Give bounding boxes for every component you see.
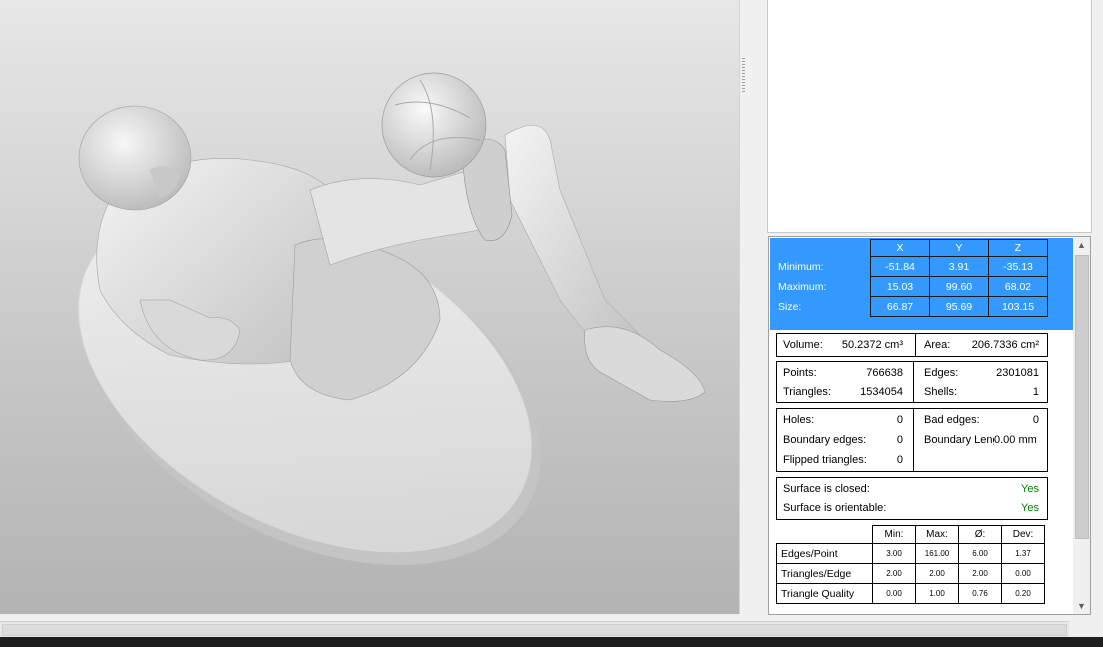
errors-box: Holes: 0 Boundary edges: 0 Flipped trian… <box>776 408 1048 472</box>
boundary-length-label: Boundary Leng <box>924 434 994 446</box>
statistics-header: Min: Max: Ø: Dev: <box>776 525 1045 544</box>
volume-value: 50.2372 cm³ <box>841 339 903 351</box>
edges-label: Edges: <box>924 367 959 379</box>
header-max: Max: <box>915 525 959 544</box>
splitter-grip[interactable] <box>742 58 745 94</box>
scroll-thumb[interactable] <box>1075 255 1089 539</box>
row-label: Minimum: <box>774 256 871 277</box>
edges-per-point-row: Edges/Point 3.00 161.00 6.00 1.37 <box>776 543 1045 564</box>
stat-min: 2.00 <box>872 563 916 584</box>
flipped-triangles-label: Flipped triangles: <box>783 454 867 466</box>
surface-orientable-value: Yes <box>1021 502 1039 514</box>
max-z: 68.02 <box>988 276 1048 297</box>
area-value: 206.7336 cm² <box>971 339 1039 351</box>
stat-avg: 6.00 <box>958 543 1002 564</box>
scroll-down-icon[interactable]: ▼ <box>1073 598 1090 614</box>
header-y: Y <box>929 239 989 257</box>
triangle-quality-row: Triangle Quality 0.00 1.00 0.76 0.20 <box>776 583 1045 604</box>
header-min: Min: <box>872 525 916 544</box>
3d-viewport[interactable] <box>0 0 739 614</box>
size-z: 103.15 <box>988 296 1048 317</box>
header-blank <box>776 525 873 544</box>
min-z: -35.13 <box>988 256 1048 277</box>
divider <box>913 362 914 402</box>
edges-value: 2301081 <box>996 367 1039 379</box>
panel-splitter[interactable] <box>739 0 767 614</box>
stat-max: 161.00 <box>915 543 959 564</box>
boundary-length-value: 0.00 mm <box>994 434 1037 446</box>
volume-label: Volume: <box>783 339 823 351</box>
triangles-label: Triangles: <box>783 386 831 398</box>
stat-label: Triangles/Edge <box>776 563 873 584</box>
min-x: -51.84 <box>870 256 930 277</box>
divider <box>915 334 916 356</box>
stat-max: 1.00 <box>915 583 959 604</box>
header-avg: Ø: <box>958 525 1002 544</box>
stat-label: Triangle Quality <box>776 583 873 604</box>
statistics-table: Min: Max: Ø: Dev: Edges/Point 3.00 161.0… <box>776 525 1045 604</box>
stat-min: 3.00 <box>872 543 916 564</box>
header-blank <box>774 239 871 257</box>
minimum-row: Minimum: -51.84 3.91 -35.13 <box>774 256 1048 277</box>
bounding-box-header: X Y Z <box>774 239 1048 257</box>
min-y: 3.91 <box>929 256 989 277</box>
surface-closed-label: Surface is closed: <box>783 483 870 495</box>
boundary-edges-value: 0 <box>896 434 903 446</box>
header-x: X <box>870 239 930 257</box>
stat-min: 0.00 <box>872 583 916 604</box>
points-value: 766638 <box>866 367 903 379</box>
volume-area-box: Volume: 50.2372 cm³ Area: 206.7336 cm² <box>776 333 1048 357</box>
maximum-row: Maximum: 15.03 99.60 68.02 <box>774 276 1048 297</box>
shells-value: 1 <box>1032 386 1039 398</box>
triangles-per-edge-row: Triangles/Edge 2.00 2.00 2.00 0.00 <box>776 563 1045 584</box>
holes-label: Holes: <box>783 414 815 426</box>
stat-dev: 0.20 <box>1001 583 1045 604</box>
scroll-up-icon[interactable]: ▲ <box>1073 237 1090 253</box>
surface-box: Surface is closed: Yes Surface is orient… <box>776 477 1048 520</box>
stat-dev: 0.00 <box>1001 563 1045 584</box>
taskbar <box>0 637 1103 647</box>
topology-box: Points: 766638 Triangles: 1534054 Edges:… <box>776 361 1048 403</box>
area-label: Area: <box>924 339 951 351</box>
triangles-value: 1534054 <box>860 386 903 398</box>
surface-closed-value: Yes <box>1021 483 1039 495</box>
size-y: 95.69 <box>929 296 989 317</box>
header-dev: Dev: <box>1001 525 1045 544</box>
horizontal-scrollbar[interactable] <box>0 621 1069 637</box>
boundary-edges-label: Boundary edges: <box>783 434 867 446</box>
horizontal-scroll-track[interactable] <box>2 624 1067 636</box>
flipped-triangles-value: 0 <box>896 454 903 466</box>
row-label: Maximum: <box>774 276 871 297</box>
preview-pane <box>767 0 1092 233</box>
info-panel-scrollbar[interactable]: ▲ ▼ <box>1073 236 1091 615</box>
stat-label: Edges/Point <box>776 543 873 564</box>
bad-edges-label: Bad edges: <box>924 414 980 426</box>
max-x: 15.03 <box>870 276 930 297</box>
stat-avg: 0.76 <box>958 583 1002 604</box>
stat-dev: 1.37 <box>1001 543 1045 564</box>
size-row: Size: 66.87 95.69 103.15 <box>774 296 1048 317</box>
row-label: Size: <box>774 296 871 317</box>
size-x: 66.87 <box>870 296 930 317</box>
holes-value: 0 <box>896 414 903 426</box>
max-y: 99.60 <box>929 276 989 297</box>
mesh-info-panel: X Y Z Minimum: -51.84 3.91 -35.13 Maximu… <box>768 236 1075 615</box>
surface-orientable-label: Surface is orientable: <box>783 502 887 514</box>
shells-label: Shells: <box>924 386 958 398</box>
bounding-box-section: X Y Z Minimum: -51.84 3.91 -35.13 Maximu… <box>770 238 1073 330</box>
model-render <box>78 72 706 566</box>
stat-max: 2.00 <box>915 563 959 584</box>
points-label: Points: <box>783 367 817 379</box>
stat-avg: 2.00 <box>958 563 1002 584</box>
header-z: Z <box>988 239 1048 257</box>
bad-edges-value: 0 <box>1032 414 1039 426</box>
divider <box>913 409 914 471</box>
bounding-box-table: X Y Z Minimum: -51.84 3.91 -35.13 Maximu… <box>774 239 1048 317</box>
